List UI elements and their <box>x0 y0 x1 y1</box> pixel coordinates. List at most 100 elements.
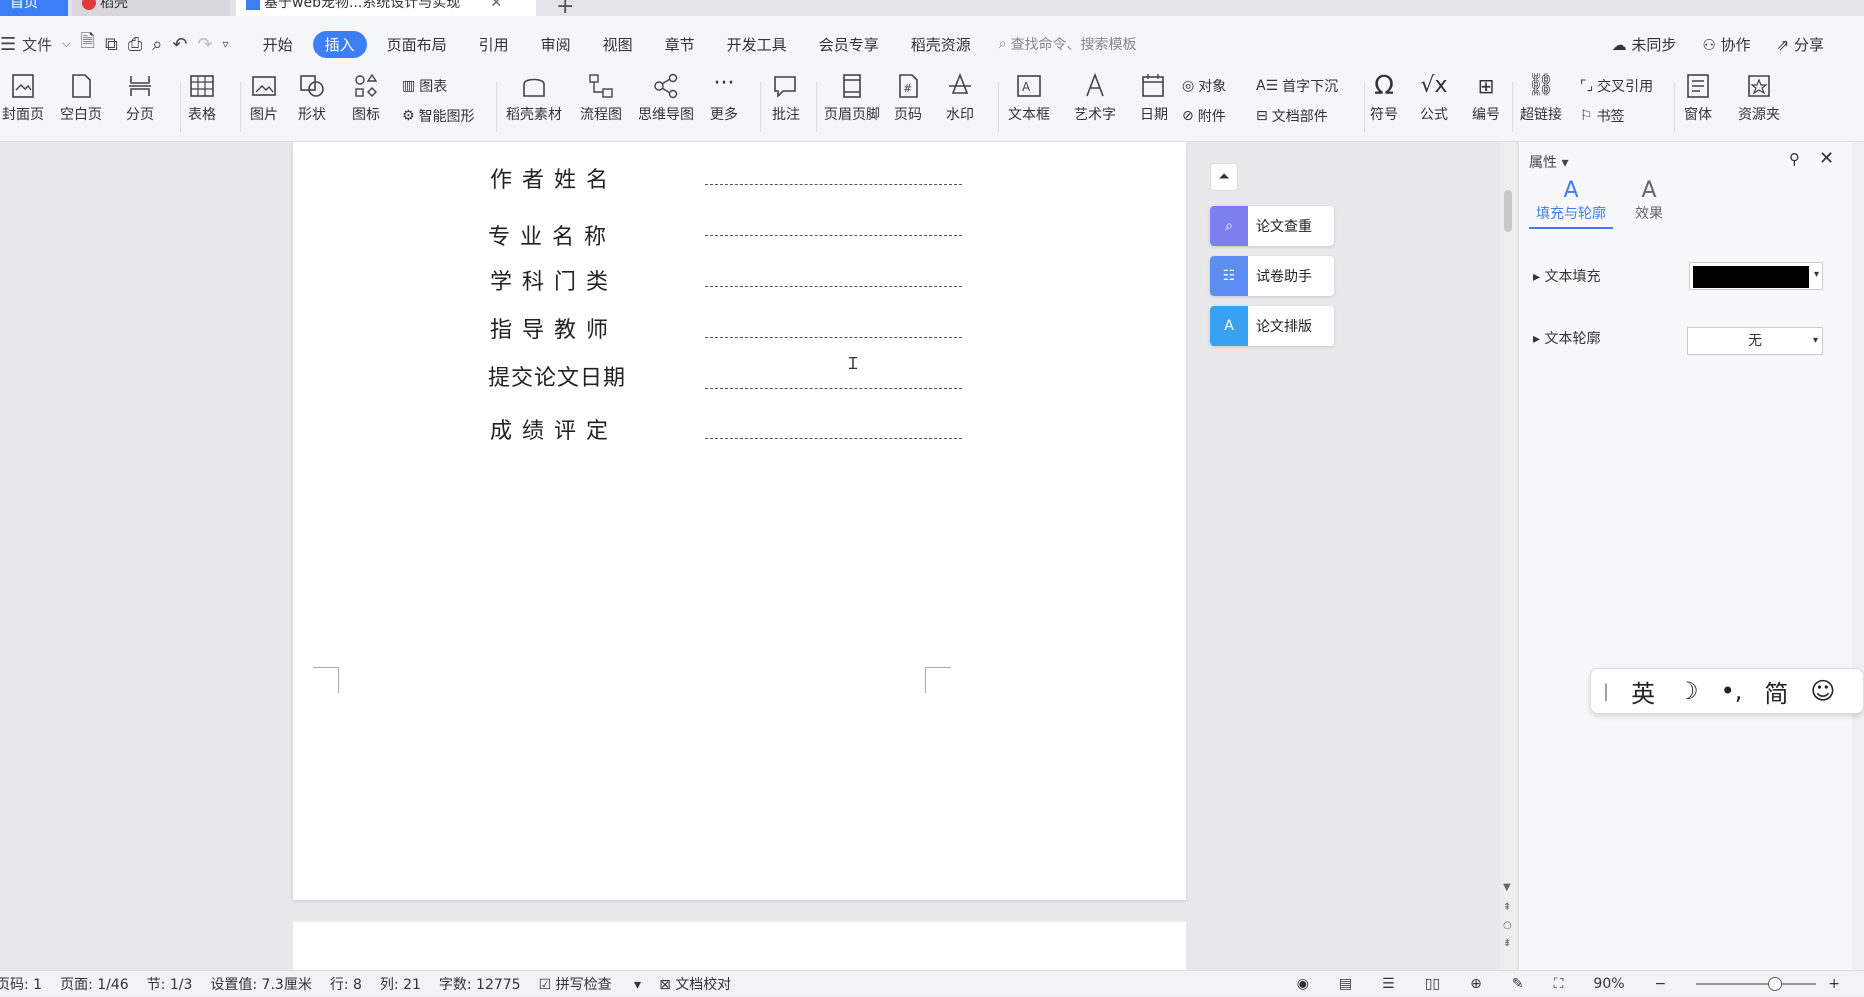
mindmap-button[interactable]: 思维导图 <box>638 72 694 124</box>
smart-graphic-button[interactable]: ⚙ 智能图形 <box>402 106 475 126</box>
zoom-out-icon[interactable]: − <box>1655 976 1667 992</box>
page-view-icon[interactable]: ▤ <box>1339 976 1352 992</box>
text-fill-color-picker[interactable]: ▾ <box>1689 262 1823 290</box>
collab-button[interactable]: ⚇ 协作 <box>1702 34 1750 55</box>
save-icon[interactable]: 🗎 <box>81 29 95 59</box>
text-outline-row[interactable]: ▸ 文本轮廓 <box>1533 328 1600 348</box>
plagiarism-check-button[interactable]: ⌕ 论文查重 <box>1210 206 1334 246</box>
resource-folder-button[interactable]: 资源夹 <box>1738 72 1780 124</box>
shape-button[interactable]: 形状 <box>298 72 326 124</box>
share-button[interactable]: ⇗ 分享 <box>1777 34 1824 55</box>
tab-daoke[interactable]: 稻壳 <box>72 0 230 16</box>
wordart-button[interactable]: 艺术字 <box>1074 72 1116 124</box>
numbering-button[interactable]: ⊞ 编号 <box>1472 72 1500 124</box>
advisor-underline[interactable] <box>705 337 962 338</box>
vertical-scrollbar[interactable]: ▼ ⇞ ○ ⇟ <box>1500 142 1516 970</box>
comment-button[interactable]: 批注 <box>772 72 800 124</box>
bookmark-button[interactable]: ⚐ 书签 <box>1580 106 1625 126</box>
menu-start[interactable]: 开始 <box>251 31 305 58</box>
textbox-button[interactable]: A 文本框 <box>1008 72 1050 124</box>
ime-handle-icon[interactable]: | <box>1603 681 1609 702</box>
outline-view-icon[interactable]: ☰ <box>1382 976 1395 992</box>
menu-review[interactable]: 审阅 <box>529 31 583 58</box>
status-words[interactable]: 字数: 12775 <box>439 974 521 994</box>
grade-underline[interactable] <box>705 438 962 439</box>
object-button[interactable]: ◎ 对象 <box>1182 76 1226 96</box>
symbol-button[interactable]: Ω 符号 <box>1370 72 1398 124</box>
tab-document[interactable]: 基于web宠物...系统设计与实现 ✕ <box>236 0 536 16</box>
fit-icon[interactable]: ⛶ <box>1554 976 1564 992</box>
menu-devtools[interactable]: 开发工具 <box>715 31 799 58</box>
pen-icon[interactable]: ✎ <box>1512 976 1524 992</box>
date-button[interactable]: 日期 <box>1140 72 1168 124</box>
new-tab-button[interactable]: + <box>556 0 574 16</box>
flowchart-button[interactable]: 流程图 <box>580 72 622 124</box>
eye-icon[interactable]: ◉ <box>1297 976 1309 992</box>
print-icon[interactable]: ⎙ <box>128 34 142 55</box>
redo-icon[interactable]: ↷ <box>197 34 212 55</box>
scroll-down-icon[interactable]: ▼ <box>1503 882 1511 893</box>
exam-assistant-button[interactable]: ☷ 试卷助手 <box>1210 256 1334 296</box>
right-sidebar-strip[interactable] <box>1852 142 1864 970</box>
document-page[interactable]: 作者姓名 专业名称 学科门类 指导教师 提交论文日期 成绩评定 <box>293 142 1186 900</box>
page-break-button[interactable]: 分页 <box>126 72 154 124</box>
menu-insert[interactable]: 插入 <box>312 30 367 58</box>
ime-simplified-toggle[interactable]: 简 <box>1764 674 1788 709</box>
tab-fill-outline[interactable]: A 填充与轮廓 <box>1529 178 1613 229</box>
thesis-format-button[interactable]: A 论文排版 <box>1210 306 1334 346</box>
zoom-slider[interactable] <box>1696 977 1817 991</box>
undo-icon[interactable]: ↶ <box>172 34 187 55</box>
menu-icon[interactable]: ☰ <box>0 34 16 55</box>
menu-view[interactable]: 视图 <box>591 31 645 58</box>
close-icon[interactable]: ✕ <box>1819 148 1834 169</box>
export-icon[interactable]: ⧉ <box>105 34 118 55</box>
web-view-icon[interactable]: ⊕ <box>1470 976 1482 992</box>
search-box[interactable]: ⌕ 查找命令、搜索模板 <box>999 34 1137 54</box>
text-outline-select[interactable]: 无 ▾ <box>1687 327 1823 355</box>
customize-icon[interactable]: ▿ <box>223 37 229 51</box>
doc-proof-button[interactable]: ⊠ 文档校对 <box>659 974 749 994</box>
author-underline[interactable] <box>705 184 962 185</box>
ime-punct-icon[interactable]: •, <box>1721 677 1743 705</box>
menu-reference[interactable]: 引用 <box>467 31 521 58</box>
header-footer-button[interactable]: 页眉页脚 <box>824 72 880 124</box>
icon-button[interactable]: 图标 <box>352 72 380 124</box>
discipline-underline[interactable] <box>705 286 962 287</box>
ime-emoji-icon[interactable]: ☺ <box>1810 677 1835 705</box>
zoom-in-icon[interactable]: + <box>1828 976 1840 992</box>
read-view-icon[interactable]: ▯▯ <box>1425 976 1440 992</box>
watermark-button[interactable]: 水印 <box>946 72 974 124</box>
blank-page-button[interactable]: 空白页 <box>60 72 102 124</box>
cross-reference-button[interactable]: ⌜⌟ 交叉引用 <box>1580 76 1653 96</box>
ime-lang-toggle[interactable]: 英 <box>1631 674 1655 709</box>
ime-moon-icon[interactable]: ☽ <box>1677 677 1699 705</box>
menu-daoke[interactable]: 稻壳资源 <box>899 31 983 58</box>
table-button[interactable]: 表格 <box>188 72 216 124</box>
more-button[interactable]: ··· 更多 <box>710 72 738 124</box>
spell-check-button[interactable]: ☑ 拼写检查 ▾ <box>539 974 642 994</box>
close-icon[interactable]: ✕ <box>490 0 502 11</box>
prev-page-icon[interactable]: ⇞ <box>1503 902 1511 913</box>
zoom-level[interactable]: 90% <box>1593 976 1624 992</box>
daoke-material-button[interactable]: 稻壳素材 <box>506 72 562 124</box>
collapse-tools-button[interactable]: ⏶ <box>1210 163 1238 191</box>
formula-button[interactable]: √x 公式 <box>1420 72 1448 124</box>
menu-layout[interactable]: 页面布局 <box>375 31 459 58</box>
scroll-thumb[interactable] <box>1504 190 1512 232</box>
page-number-button[interactable]: # 页码 <box>894 72 922 124</box>
select-object-icon[interactable]: ○ <box>1503 920 1512 931</box>
tab-home[interactable]: 首页 <box>0 0 68 16</box>
picture-button[interactable]: 图片 <box>250 72 278 124</box>
properties-title[interactable]: 属性 ▾ <box>1529 152 1568 172</box>
cover-page-button[interactable]: 封面页 <box>2 72 44 124</box>
sync-button[interactable]: ☁ 未同步 <box>1612 34 1677 55</box>
menu-member[interactable]: 会员专享 <box>807 31 891 58</box>
doc-parts-button[interactable]: ⊟ 文档部件 <box>1256 106 1328 126</box>
menu-chapter[interactable]: 章节 <box>653 31 707 58</box>
submit-date-underline[interactable] <box>705 388 962 389</box>
next-page-icon[interactable]: ⇟ <box>1503 938 1511 949</box>
attachment-button[interactable]: ⊘ 附件 <box>1182 106 1226 126</box>
pin-icon[interactable]: ⚲ <box>1789 150 1800 168</box>
chart-button[interactable]: ▥ 图表 <box>402 76 447 96</box>
file-menu[interactable]: 文件 <box>22 34 52 55</box>
